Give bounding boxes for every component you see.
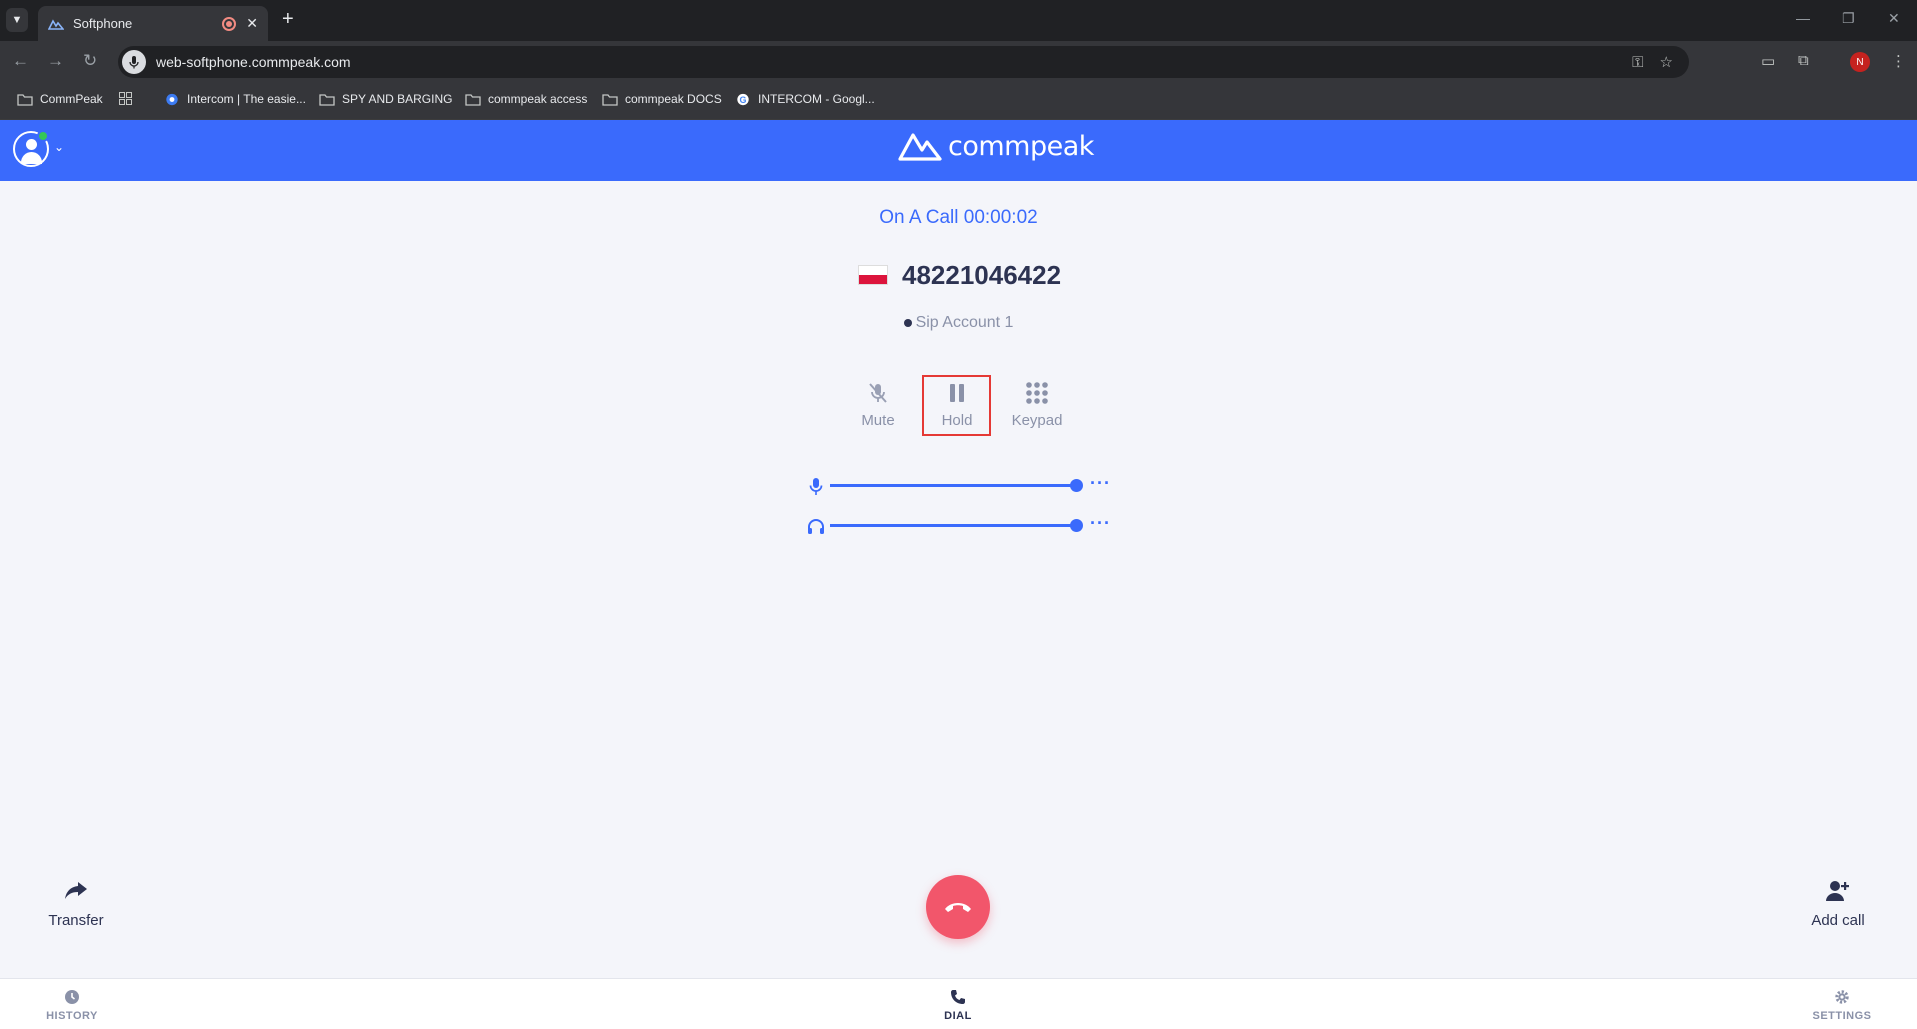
bookmark-label: SPY AND BARGING <box>342 92 453 106</box>
mic-volume-track[interactable] <box>830 484 1076 487</box>
headphones-icon <box>808 519 824 534</box>
tab-close-icon[interactable]: ✕ <box>246 15 258 32</box>
url-text: web-softphone.commpeak.com <box>156 54 351 70</box>
caller-number-row: 48221046422 <box>858 258 1061 292</box>
bookmark-label: Intercom | The easie... <box>187 92 306 106</box>
cast-icon[interactable]: ▭ <box>1761 52 1775 70</box>
nav-history-label: HISTORY <box>46 1010 98 1022</box>
add-call-label: Add call <box>1811 912 1865 929</box>
mic-volume-thumb[interactable] <box>1070 479 1083 492</box>
browser-tab-bar: ▼ Softphone ✕ + — ❐ ✕ <box>0 0 1917 41</box>
speaker-options-icon[interactable]: ··· <box>1090 514 1111 532</box>
nav-dial-label: DIAL <box>944 1010 972 1022</box>
keypad-grid-icon <box>1007 380 1067 406</box>
mic-options-icon[interactable]: ··· <box>1090 474 1111 492</box>
bookmark-label: commpeak access <box>488 92 588 106</box>
browser-toolbar: ← → ↻ web-softphone.commpeak.com ⚿ ☆ ▭ ⧉… <box>0 41 1917 83</box>
transfer-button[interactable]: Transfer <box>36 880 116 929</box>
bookmark-item[interactable]: CommPeak <box>17 92 103 106</box>
bookmark-item[interactable]: G INTERCOM - Googl... <box>735 92 875 106</box>
sip-account: Sip Account 1 <box>0 314 1917 332</box>
mute-label: Mute <box>861 412 895 429</box>
call-status: On A Call 00:00:02 <box>879 207 1038 228</box>
clock-icon <box>65 990 79 1004</box>
phone-dial-icon <box>951 990 965 1004</box>
bookmark-label: commpeak DOCS <box>625 92 722 106</box>
bookmark-item[interactable]: Intercom | The easie... <box>164 92 306 106</box>
folder-icon <box>319 93 335 106</box>
reload-icon[interactable]: ↻ <box>83 51 97 71</box>
add-user-icon <box>1826 881 1849 901</box>
forward-icon[interactable]: → <box>47 51 64 71</box>
transfer-arrow-icon <box>65 882 87 899</box>
account-dot-icon <box>903 318 912 327</box>
phone-hangup-icon <box>945 903 971 912</box>
bottom-navigation: HISTORY DIAL SETTINGS <box>0 978 1917 1029</box>
speaker-volume-thumb[interactable] <box>1070 519 1083 532</box>
window-close-icon[interactable]: ✕ <box>1888 10 1900 27</box>
chevron-down-icon[interactable]: ⌄ <box>54 140 64 154</box>
extensions-icon[interactable]: ⧉ <box>1798 52 1809 69</box>
keypad-label: Keypad <box>1011 412 1063 429</box>
apps-grid-icon[interactable] <box>119 92 132 105</box>
nav-history[interactable]: HISTORY <box>40 989 104 1022</box>
folder-icon <box>465 93 481 106</box>
mic-volume-slider[interactable]: ··· <box>806 474 1116 496</box>
browser-tab[interactable]: Softphone ✕ <box>38 6 268 41</box>
sip-account-label: Sip Account 1 <box>915 314 1014 331</box>
restore-icon[interactable]: ❐ <box>1842 10 1855 27</box>
speaker-volume-track[interactable] <box>830 524 1076 527</box>
intercom-icon <box>166 93 178 105</box>
commpeak-favicon-icon <box>48 18 64 30</box>
add-call-button[interactable]: Add call <box>1796 880 1880 929</box>
hold-button[interactable]: Hold <box>937 380 977 429</box>
google-icon: G <box>737 93 749 105</box>
nav-settings-label: SETTINGS <box>1812 1010 1872 1022</box>
nav-settings[interactable]: SETTINGS <box>1806 989 1878 1022</box>
browser-menu-icon[interactable]: ⋮ <box>1891 52 1906 70</box>
address-bar[interactable]: web-softphone.commpeak.com ⚿ ☆ <box>118 46 1689 78</box>
bookmark-label: CommPeak <box>40 92 103 106</box>
online-status-icon <box>37 130 49 142</box>
profile-avatar[interactable]: N <box>1850 52 1870 72</box>
bookmark-item[interactable]: commpeak access <box>465 92 587 106</box>
hangup-button[interactable] <box>926 875 990 939</box>
nav-dial[interactable]: DIAL <box>928 989 988 1022</box>
bookmark-item[interactable]: commpeak DOCS <box>602 92 722 106</box>
commpeak-logo-icon <box>898 133 942 161</box>
folder-icon <box>602 93 618 106</box>
new-tab-icon[interactable]: + <box>282 9 294 29</box>
gear-icon <box>1835 990 1849 1004</box>
commpeak-logo: commpeak <box>898 130 1094 162</box>
transfer-label: Transfer <box>48 912 104 929</box>
bookmark-label: INTERCOM - Googl... <box>758 92 875 106</box>
minimize-icon[interactable]: — <box>1796 10 1810 26</box>
bookmark-item[interactable]: SPY AND BARGING <box>319 92 452 106</box>
password-key-icon[interactable]: ⚿ <box>1632 54 1643 71</box>
bookmarks-bar: CommPeak Intercom | The easie... SPY AND… <box>0 83 1917 120</box>
recording-icon <box>222 16 237 31</box>
svg-text:G: G <box>740 94 747 104</box>
poland-flag-icon <box>858 265 888 285</box>
tab-search-chevron-icon[interactable]: ▼ <box>6 8 28 32</box>
hold-label: Hold <box>941 412 973 429</box>
microphone-icon <box>809 478 823 495</box>
microphone-permission-icon[interactable] <box>122 50 146 74</box>
speaker-volume-slider[interactable]: ··· <box>806 514 1116 536</box>
caller-number: 48221046422 <box>902 259 1062 290</box>
brand-name: commpeak <box>948 130 1094 162</box>
mute-button[interactable]: Mute <box>858 380 898 429</box>
keypad-button[interactable]: Keypad <box>1007 380 1067 429</box>
folder-icon <box>17 93 33 106</box>
microphone-off-icon <box>858 380 898 406</box>
bookmark-star-icon[interactable]: ☆ <box>1660 53 1673 71</box>
tab-title: Softphone <box>73 16 133 31</box>
back-icon[interactable]: ← <box>12 51 29 71</box>
pause-icon <box>937 380 977 406</box>
